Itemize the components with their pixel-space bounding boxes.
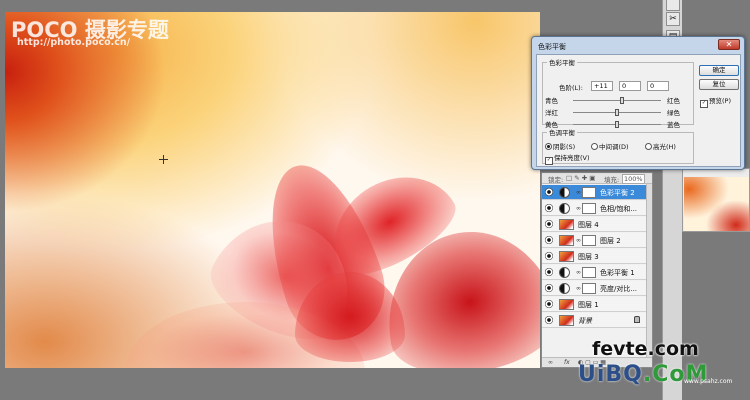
layer-mask-thumbnail[interactable] [582,187,596,198]
layer-name: 图层 3 [578,253,599,261]
radio-shadows[interactable]: 阴影(S) [545,141,575,151]
site-watermark-uibq-main: UiBQ [578,362,643,387]
image-canvas[interactable]: POCO 摄影专题 http://photo.poco.cn/ [5,12,540,368]
layer-name: 图层 1 [578,301,599,309]
layer-row[interactable]: ∞ 亮度/对比... [542,281,646,296]
layer-row[interactable]: ∞ 图层 2 [542,233,646,248]
chain-icon[interactable]: ∞ [576,285,581,292]
radio-highlights[interactable]: 高光(H) [645,141,676,151]
layer-thumbnail [559,219,574,230]
slider-right-label: 红色 [667,97,680,105]
visibility-eye-icon[interactable] [545,300,553,308]
visibility-eye-icon[interactable] [545,236,553,244]
layer-row[interactable]: 图层 4 [542,217,646,232]
layer-mask-thumbnail[interactable] [582,267,596,278]
close-icon[interactable]: ✕ [718,39,740,50]
level-magenta-green-input[interactable]: 0 [619,81,641,91]
layers-scrollbar[interactable] [646,184,652,359]
visibility-eye-icon[interactable] [545,252,553,260]
layer-name: 图层 4 [578,221,599,229]
visibility-eye-icon[interactable] [545,268,553,276]
layers-toolbar: 锁定: □ ✎ ✚ ▣ 填充: 100% [542,173,652,184]
layer-row[interactable]: 图层 3 [542,249,646,264]
radio-midtones[interactable]: 中间调(D) [591,141,629,151]
visibility-eye-icon[interactable] [545,220,553,228]
crosshair-cursor-icon [159,155,168,164]
slider-left-label: 洋红 [545,109,558,117]
yellow-blue-slider[interactable] [573,121,661,128]
chain-icon[interactable]: ∞ [576,205,581,212]
tool-icon[interactable] [666,0,680,11]
lock-icon [634,316,640,323]
fill-input[interactable]: 100% [622,174,645,184]
chain-icon[interactable]: ∞ [576,269,581,276]
layer-row[interactable]: 背景 [542,313,646,328]
layer-row[interactable]: ∞ 色彩平衡 1 [542,265,646,280]
chain-icon[interactable]: ∞ [576,189,581,196]
color-balance-group: 色彩平衡 色阶(L): +11 0 0 青色 红色 洋红 绿色 黄色 蓝色 [542,57,694,129]
slider-left-label: 青色 [545,97,558,105]
slider-right-label: 绿色 [667,109,680,117]
layer-row[interactable]: 图层 1 [542,297,646,312]
layer-mask-thumbnail[interactable] [582,283,596,294]
group-title: 色调平衡 [549,129,575,137]
reset-button[interactable]: 复位 [699,79,739,90]
visibility-eye-icon[interactable] [545,316,553,324]
fx-icon[interactable]: fx [564,359,570,366]
color-balance-dialog: 色彩平衡 ✕ 色彩平衡 色阶(L): +11 0 0 青色 红色 洋红 绿色 黄… [531,36,745,170]
dialog-body: 色彩平衡 色阶(L): +11 0 0 青色 红色 洋红 绿色 黄色 蓝色 色调… [536,54,741,167]
adjustment-layer-icon [559,283,570,294]
link-layers-icon[interactable]: ∞ [548,359,553,366]
preserve-luminosity-checkbox[interactable]: 保持亮度(V) [545,152,590,165]
ok-button[interactable]: 确定 [699,65,739,76]
layer-name: 亮度/对比... [600,285,638,293]
site-watermark-fevte: fevte.com [592,338,699,360]
layer-row[interactable]: ∞ 色彩平衡 2 [542,185,646,200]
adjustment-layer-icon [559,267,570,278]
layer-thumbnail [559,315,574,326]
visibility-eye-icon[interactable] [545,284,553,292]
adjustment-layer-icon [559,187,570,198]
layer-name: 色彩平衡 2 [600,189,635,197]
layer-thumbnail [559,299,574,310]
lock-icons[interactable]: □ ✎ ✚ ▣ [566,174,595,182]
site-watermark-psahz: www.psahz.com [684,378,733,385]
levels-label: 色阶(L): [559,84,583,92]
visibility-eye-icon[interactable] [545,188,553,196]
preview-checkbox[interactable]: 预览(P) [700,95,731,108]
navigator-panel [682,168,750,232]
level-cyan-red-input[interactable]: +11 [591,81,613,91]
adjustment-layer-icon [559,203,570,214]
lock-label: 锁定: [548,176,564,184]
navigator-thumbnail[interactable] [684,177,749,231]
layer-mask-thumbnail[interactable] [582,203,596,214]
layer-thumbnail [559,235,574,246]
tone-balance-group: 色调平衡 阴影(S) 中间调(D) 高光(H) 保持亮度(V) [542,127,694,164]
layer-name: 色彩平衡 1 [600,269,635,277]
layer-name: 色相/饱和... [600,205,638,213]
dialog-title: 色彩平衡 [538,43,566,51]
group-title: 色彩平衡 [549,59,575,67]
layer-thumbnail [559,251,574,262]
layer-name: 图层 2 [600,237,621,245]
layer-name: 背景 [578,317,592,325]
slider-knob[interactable] [615,109,619,116]
level-yellow-blue-input[interactable]: 0 [647,81,669,91]
tools-icon[interactable]: ✂ [666,12,680,26]
visibility-eye-icon[interactable] [545,204,553,212]
watermark-url: http://photo.poco.cn/ [17,37,131,48]
chain-icon[interactable]: ∞ [576,237,581,244]
magenta-green-slider[interactable] [573,109,661,116]
layer-row[interactable]: ∞ 色相/饱和... [542,201,646,216]
fill-label: 填充: [604,176,620,184]
cyan-red-slider[interactable] [573,97,661,104]
layer-mask-thumbnail[interactable] [582,235,596,246]
slider-knob[interactable] [619,97,624,104]
